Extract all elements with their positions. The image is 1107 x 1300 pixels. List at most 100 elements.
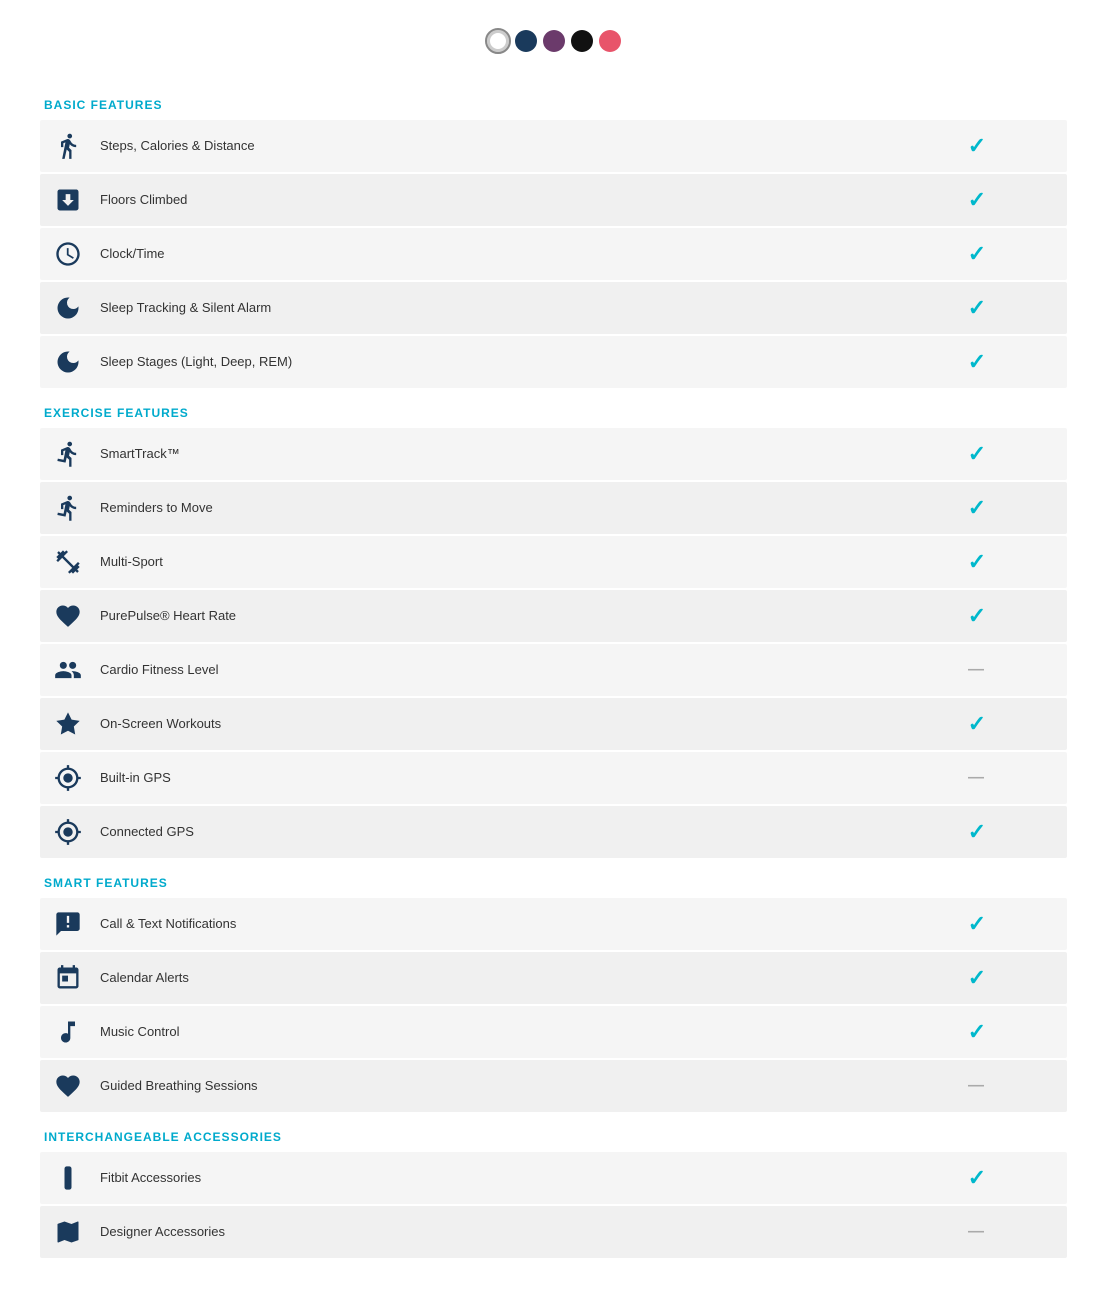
feature-label-basic-3: Sleep Tracking & Silent Alarm: [96, 292, 927, 325]
feature-label-smart-0: Call & Text Notifications: [96, 908, 927, 941]
feature-icon-heartrate: [40, 594, 96, 638]
section-basic: BASIC FEATURESSteps, Calories & Distance…: [40, 82, 1067, 388]
feature-label-accessories-1: Designer Accessories: [96, 1216, 927, 1249]
color-swatches: [40, 30, 1067, 52]
checkmark-yes: ✓: [968, 1019, 986, 1045]
page-container: BASIC FEATURESSteps, Calories & Distance…: [0, 0, 1107, 1300]
feature-check-basic-3: ✓: [927, 287, 1027, 329]
feature-label-smart-3: Guided Breathing Sessions: [96, 1070, 927, 1103]
feature-check-exercise-0: ✓: [927, 433, 1027, 475]
feature-label-exercise-5: On-Screen Workouts: [96, 708, 927, 741]
feature-label-basic-0: Steps, Calories & Distance: [96, 130, 927, 163]
feature-row-basic-0: Steps, Calories & Distance ✓: [40, 120, 1067, 172]
feature-row-accessories-1: Designer Accessories —: [40, 1206, 1067, 1258]
product-header: [40, 30, 1067, 52]
feature-label-smart-1: Calendar Alerts: [96, 962, 927, 995]
swatch-pink[interactable]: [599, 30, 621, 52]
feature-check-exercise-4: —: [927, 653, 1027, 687]
checkmark-yes: ✓: [968, 241, 986, 267]
checkmark-yes: ✓: [968, 911, 986, 937]
feature-row-basic-2: Clock/Time ✓: [40, 228, 1067, 280]
feature-icon-cardio: [40, 648, 96, 692]
checkmark-yes: ✓: [968, 819, 986, 845]
section-header-smart: SMART FEATURES: [40, 860, 1067, 898]
feature-icon-steps: [40, 124, 96, 168]
section-header-accessories: INTERCHANGEABLE ACCESSORIES: [40, 1114, 1067, 1152]
feature-label-exercise-0: SmartTrack™: [96, 438, 927, 471]
feature-row-exercise-1: Reminders to Move ✓: [40, 482, 1067, 534]
checkmark-yes: ✓: [968, 441, 986, 467]
feature-icon-sleep: [40, 286, 96, 330]
feature-icon-floors: [40, 178, 96, 222]
swatch-purple[interactable]: [543, 30, 565, 52]
checkmark-yes: ✓: [968, 549, 986, 575]
feature-check-accessories-0: ✓: [927, 1157, 1027, 1199]
feature-row-basic-1: Floors Climbed ✓: [40, 174, 1067, 226]
feature-row-basic-3: Sleep Tracking & Silent Alarm ✓: [40, 282, 1067, 334]
feature-check-smart-3: —: [927, 1069, 1027, 1103]
feature-row-exercise-6: Built-in GPS —: [40, 752, 1067, 804]
feature-check-exercise-5: ✓: [927, 703, 1027, 745]
feature-check-smart-0: ✓: [927, 903, 1027, 945]
feature-icon-gps: [40, 756, 96, 800]
feature-label-exercise-1: Reminders to Move: [96, 492, 927, 525]
feature-label-basic-1: Floors Climbed: [96, 184, 927, 217]
feature-icon-clock: [40, 232, 96, 276]
feature-check-exercise-1: ✓: [927, 487, 1027, 529]
checkmark-yes: ✓: [968, 711, 986, 737]
feature-check-basic-4: ✓: [927, 341, 1027, 383]
checkmark-yes: ✓: [968, 187, 986, 213]
feature-label-basic-4: Sleep Stages (Light, Deep, REM): [96, 346, 927, 379]
checkmark-yes: ✓: [968, 495, 986, 521]
feature-row-exercise-0: SmartTrack™ ✓: [40, 428, 1067, 480]
sections-container: BASIC FEATURESSteps, Calories & Distance…: [40, 82, 1067, 1258]
feature-row-basic-4: Sleep Stages (Light, Deep, REM) ✓: [40, 336, 1067, 388]
section-exercise: EXERCISE FEATURESSmartTrack™✓Reminders t…: [40, 390, 1067, 858]
checkmark-yes: ✓: [968, 349, 986, 375]
section-accessories: INTERCHANGEABLE ACCESSORIESFitbit Access…: [40, 1114, 1067, 1258]
feature-icon-smarttrack: [40, 432, 96, 476]
swatch-black[interactable]: [571, 30, 593, 52]
section-header-exercise: EXERCISE FEATURES: [40, 390, 1067, 428]
feature-icon-workouts: [40, 702, 96, 746]
feature-check-exercise-3: ✓: [927, 595, 1027, 637]
feature-check-accessories-1: —: [927, 1215, 1027, 1249]
swatch-navy[interactable]: [515, 30, 537, 52]
feature-label-exercise-6: Built-in GPS: [96, 762, 927, 795]
feature-row-accessories-0: Fitbit Accessories✓: [40, 1152, 1067, 1204]
feature-icon-connectedgps: [40, 810, 96, 854]
feature-icon-music: [40, 1010, 96, 1054]
feature-icon-fitbit-acc: [40, 1156, 96, 1200]
feature-label-accessories-0: Fitbit Accessories: [96, 1162, 927, 1195]
feature-check-exercise-6: —: [927, 761, 1027, 795]
feature-check-exercise-7: ✓: [927, 811, 1027, 853]
checkmark-yes: ✓: [968, 295, 986, 321]
feature-label-exercise-2: Multi-Sport: [96, 546, 927, 579]
feature-label-basic-2: Clock/Time: [96, 238, 927, 271]
feature-row-smart-3: Guided Breathing Sessions—: [40, 1060, 1067, 1112]
feature-label-exercise-4: Cardio Fitness Level: [96, 654, 927, 687]
feature-icon-moon: [40, 340, 96, 384]
checkmark-no: —: [968, 769, 986, 787]
swatch-white[interactable]: [487, 30, 509, 52]
feature-check-basic-1: ✓: [927, 179, 1027, 221]
checkmark-yes: ✓: [968, 603, 986, 629]
checkmark-no: —: [968, 661, 986, 679]
feature-check-basic-0: ✓: [927, 125, 1027, 167]
feature-icon-move: [40, 486, 96, 530]
checkmark-no: —: [968, 1223, 986, 1241]
feature-row-smart-1: Calendar Alerts✓: [40, 952, 1067, 1004]
feature-icon-designer-acc: [40, 1210, 96, 1254]
feature-icon-breathing: [40, 1064, 96, 1108]
checkmark-yes: ✓: [968, 133, 986, 159]
feature-row-exercise-2: Multi-Sport ✓: [40, 536, 1067, 588]
feature-label-exercise-7: Connected GPS: [96, 816, 927, 849]
feature-check-exercise-2: ✓: [927, 541, 1027, 583]
feature-row-smart-2: Music Control ✓: [40, 1006, 1067, 1058]
feature-row-exercise-7: Connected GPS ✓: [40, 806, 1067, 858]
feature-label-smart-2: Music Control: [96, 1016, 927, 1049]
feature-label-exercise-3: PurePulse® Heart Rate: [96, 600, 927, 633]
feature-row-smart-0: Call & Text Notifications ✓: [40, 898, 1067, 950]
feature-icon-notifications: [40, 902, 96, 946]
section-header-basic: BASIC FEATURES: [40, 82, 1067, 120]
